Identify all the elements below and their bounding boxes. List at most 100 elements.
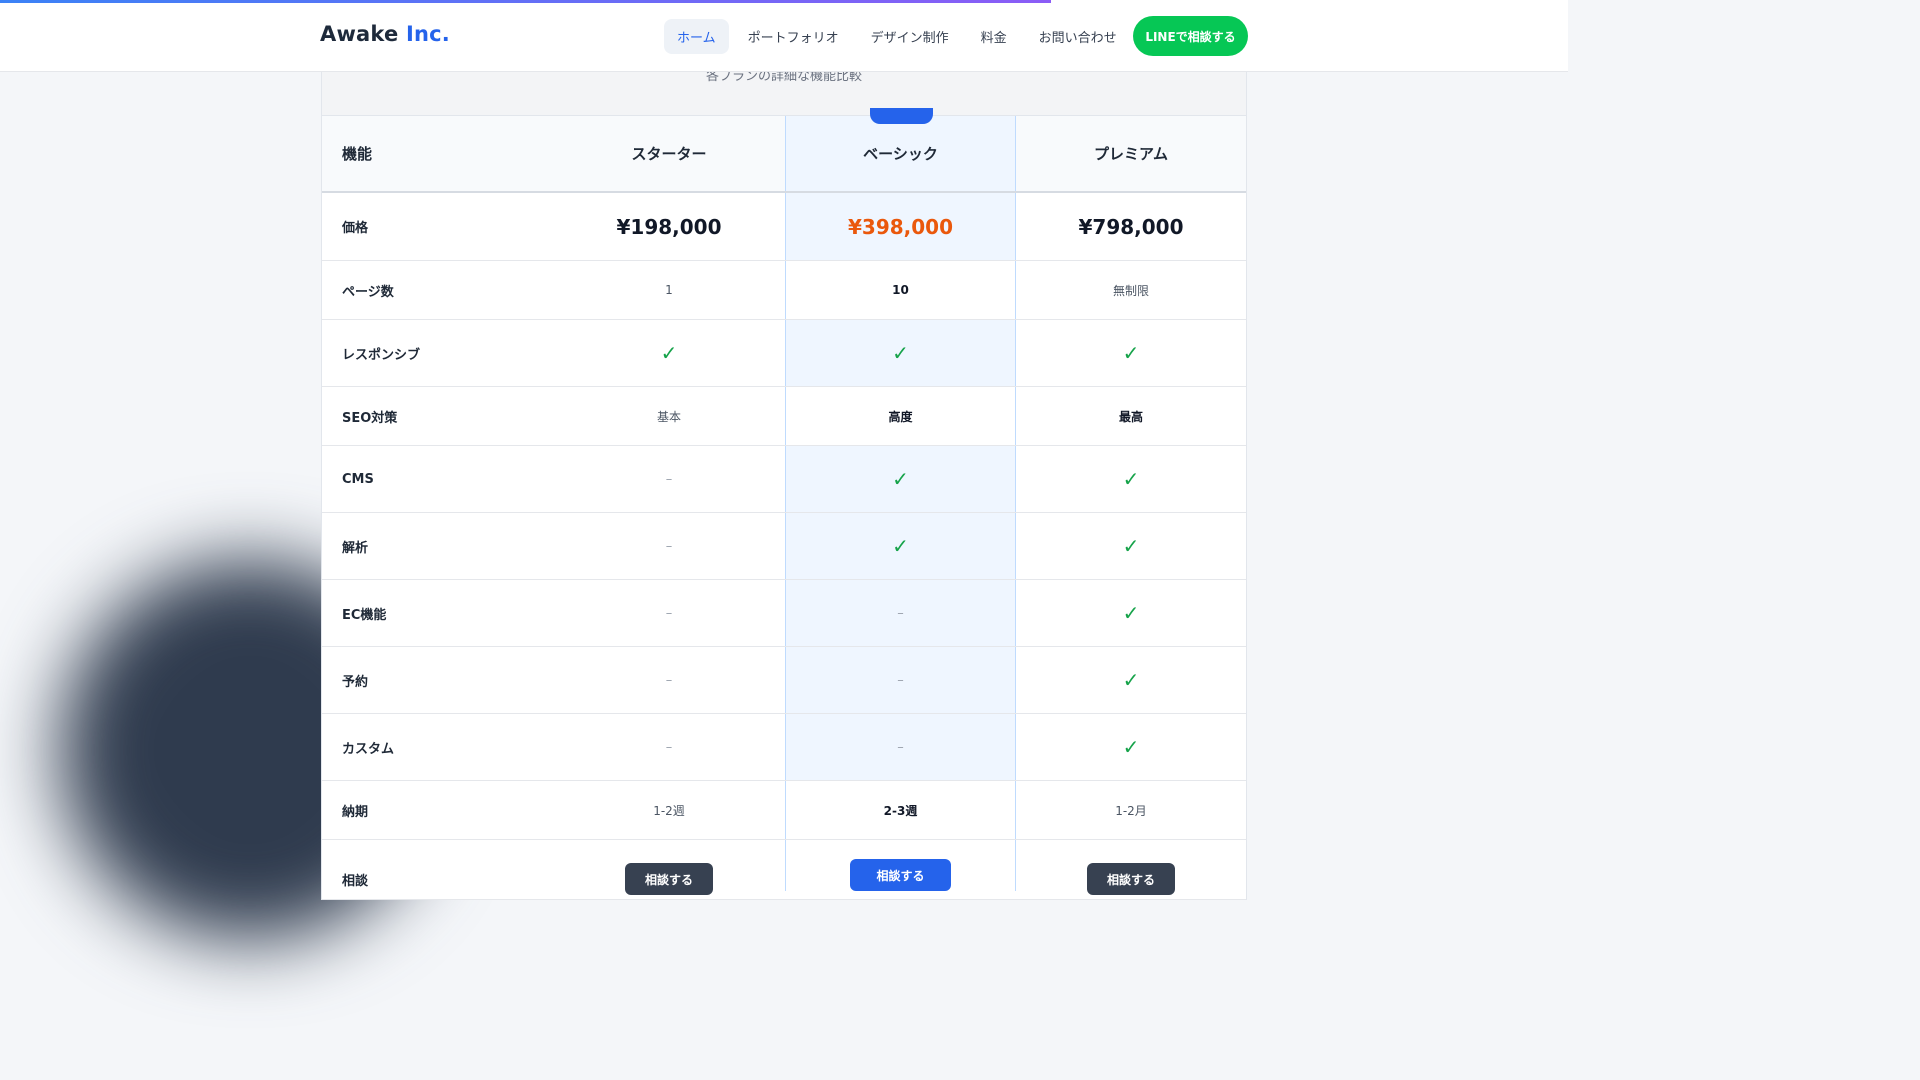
site-header: Awake Inc. ホーム ポートフォリオ デザイン制作 料金 お問い合わせ … (0, 0, 1568, 72)
logo[interactable]: Awake Inc. (320, 22, 450, 46)
cell-value: 1 (665, 283, 673, 297)
cell-premium: 最高 (1016, 387, 1246, 445)
check-icon: ✓ (1122, 601, 1140, 625)
cell-value: 無制限 (1112, 283, 1149, 298)
dash-icon: – (897, 605, 904, 621)
cell-value: 1-2週 (653, 803, 685, 818)
comparison-table-card: 各プランの詳細な機能比較 機能 スターター ベーシック プレミアム 価格 ¥19… (321, 40, 1247, 900)
row-label: CMS (342, 471, 374, 487)
table-row-booking: 予約 – – ✓ (322, 647, 1246, 714)
check-icon: ✓ (1122, 534, 1140, 558)
cell-premium: ✓ (1016, 513, 1246, 579)
plan-name-basic: ベーシック (863, 145, 938, 163)
nav-design[interactable]: デザイン制作 (858, 19, 962, 54)
column-header-basic: ベーシック (785, 108, 1016, 191)
cell-basic: ✓ (785, 320, 1016, 386)
price-starter: ¥198,000 (553, 193, 785, 260)
cell-basic: ✓ (785, 446, 1016, 512)
consult-button-basic[interactable]: 相談する (850, 859, 951, 891)
price-value: ¥798,000 (1078, 214, 1184, 239)
line-consult-button[interactable]: LINEで相談する (1133, 16, 1248, 56)
row-label: 相談 (342, 874, 369, 889)
row-label: EC機能 (342, 607, 387, 623)
cell-starter: – (553, 446, 785, 512)
dash-icon: – (665, 739, 673, 755)
cell-basic: 10 (785, 261, 1016, 319)
cell-basic: – (785, 714, 1016, 780)
cell-starter: 1 (553, 261, 785, 319)
check-icon: ✓ (1122, 341, 1140, 365)
cell-starter: 1-2週 (553, 781, 785, 839)
logo-accent: Inc. (405, 22, 450, 46)
check-icon: ✓ (892, 341, 909, 365)
dash-icon: – (665, 471, 673, 487)
column-header-premium: プレミアム (1016, 116, 1246, 191)
price-basic: ¥398,000 (785, 193, 1016, 260)
check-icon: ✓ (1122, 668, 1140, 692)
cell-value: 基本 (656, 409, 681, 424)
check-icon: ✓ (1122, 467, 1140, 491)
table-row-analytics: 解析 – ✓ ✓ (322, 513, 1246, 580)
cell-value: 10 (892, 283, 909, 297)
scroll-progress-bar (0, 0, 1568, 3)
dash-icon: – (897, 672, 904, 688)
cell-value: 2-3週 (883, 803, 918, 818)
cell-basic: ✓ (785, 513, 1016, 579)
nav-contact[interactable]: お問い合わせ (1026, 19, 1130, 54)
table-row-pages: ページ数 1 10 無制限 (322, 261, 1246, 320)
dash-icon: – (665, 672, 673, 688)
table-row-delivery: 納期 1-2週 2-3週 1-2月 (322, 781, 1246, 840)
cell-starter: – (553, 647, 785, 713)
table-row-ec: EC機能 – – ✓ (322, 580, 1246, 647)
check-icon: ✓ (892, 467, 909, 491)
cell-starter: – (553, 513, 785, 579)
cell-basic: – (785, 647, 1016, 713)
cell-starter: 相談する (553, 840, 785, 895)
cell-premium: ✓ (1016, 320, 1246, 386)
table-header-row: 機能 スターター ベーシック プレミアム (322, 108, 1246, 193)
check-icon: ✓ (660, 341, 678, 365)
cell-starter: ✓ (553, 320, 785, 386)
cell-basic: 2-3週 (785, 781, 1016, 839)
consult-button-premium[interactable]: 相談する (1086, 863, 1175, 895)
row-label: カスタム (342, 741, 395, 757)
cell-premium: 無制限 (1016, 261, 1246, 319)
row-label: 価格 (342, 221, 369, 236)
column-header-starter: スターター (553, 116, 785, 191)
cell-value: 1-2月 (1115, 803, 1147, 818)
consult-button-starter[interactable]: 相談する (624, 863, 713, 895)
nav-pricing[interactable]: 料金 (968, 19, 1020, 54)
row-label: 予約 (342, 674, 369, 690)
cell-premium: ✓ (1016, 580, 1246, 646)
main-nav: ホーム ポートフォリオ デザイン制作 料金 お問い合わせ (664, 19, 1136, 54)
plan-name-premium: プレミアム (1094, 145, 1168, 163)
dash-icon: – (665, 538, 673, 554)
cell-value: 最高 (1118, 409, 1143, 424)
row-label: 納期 (342, 804, 369, 820)
cell-premium: 1-2月 (1016, 781, 1246, 839)
cell-premium: ✓ (1016, 647, 1246, 713)
row-label: 解析 (342, 540, 369, 556)
row-label: レスポンシブ (342, 347, 421, 363)
cell-starter: 基本 (553, 387, 785, 445)
nav-home[interactable]: ホーム (664, 19, 729, 54)
price-value: ¥198,000 (616, 214, 722, 239)
popular-badge (870, 108, 933, 124)
table-row-custom: カスタム – – ✓ (322, 714, 1246, 781)
nav-portfolio[interactable]: ポートフォリオ (735, 19, 852, 54)
row-label: ページ数 (342, 284, 394, 300)
table-row-cms: CMS – ✓ ✓ (322, 446, 1246, 513)
dash-icon: – (665, 605, 673, 621)
check-icon: ✓ (1122, 735, 1140, 759)
cell-premium: 相談する (1016, 840, 1246, 895)
table-row-consult: 相談 相談する 相談する 相談する (322, 840, 1246, 900)
price-premium: ¥798,000 (1016, 193, 1246, 260)
table-row-price: 価格 ¥198,000 ¥398,000 ¥798,000 (322, 193, 1246, 261)
cell-premium: ✓ (1016, 446, 1246, 512)
table-row-seo: SEO対策 基本 高度 最高 (322, 387, 1246, 446)
column-header-feature: 機能 (342, 145, 373, 163)
table-row-responsive: レスポンシブ ✓ ✓ ✓ (322, 320, 1246, 387)
row-label: SEO対策 (342, 410, 398, 426)
plan-name-starter: スターター (631, 145, 707, 163)
cell-starter: – (553, 580, 785, 646)
